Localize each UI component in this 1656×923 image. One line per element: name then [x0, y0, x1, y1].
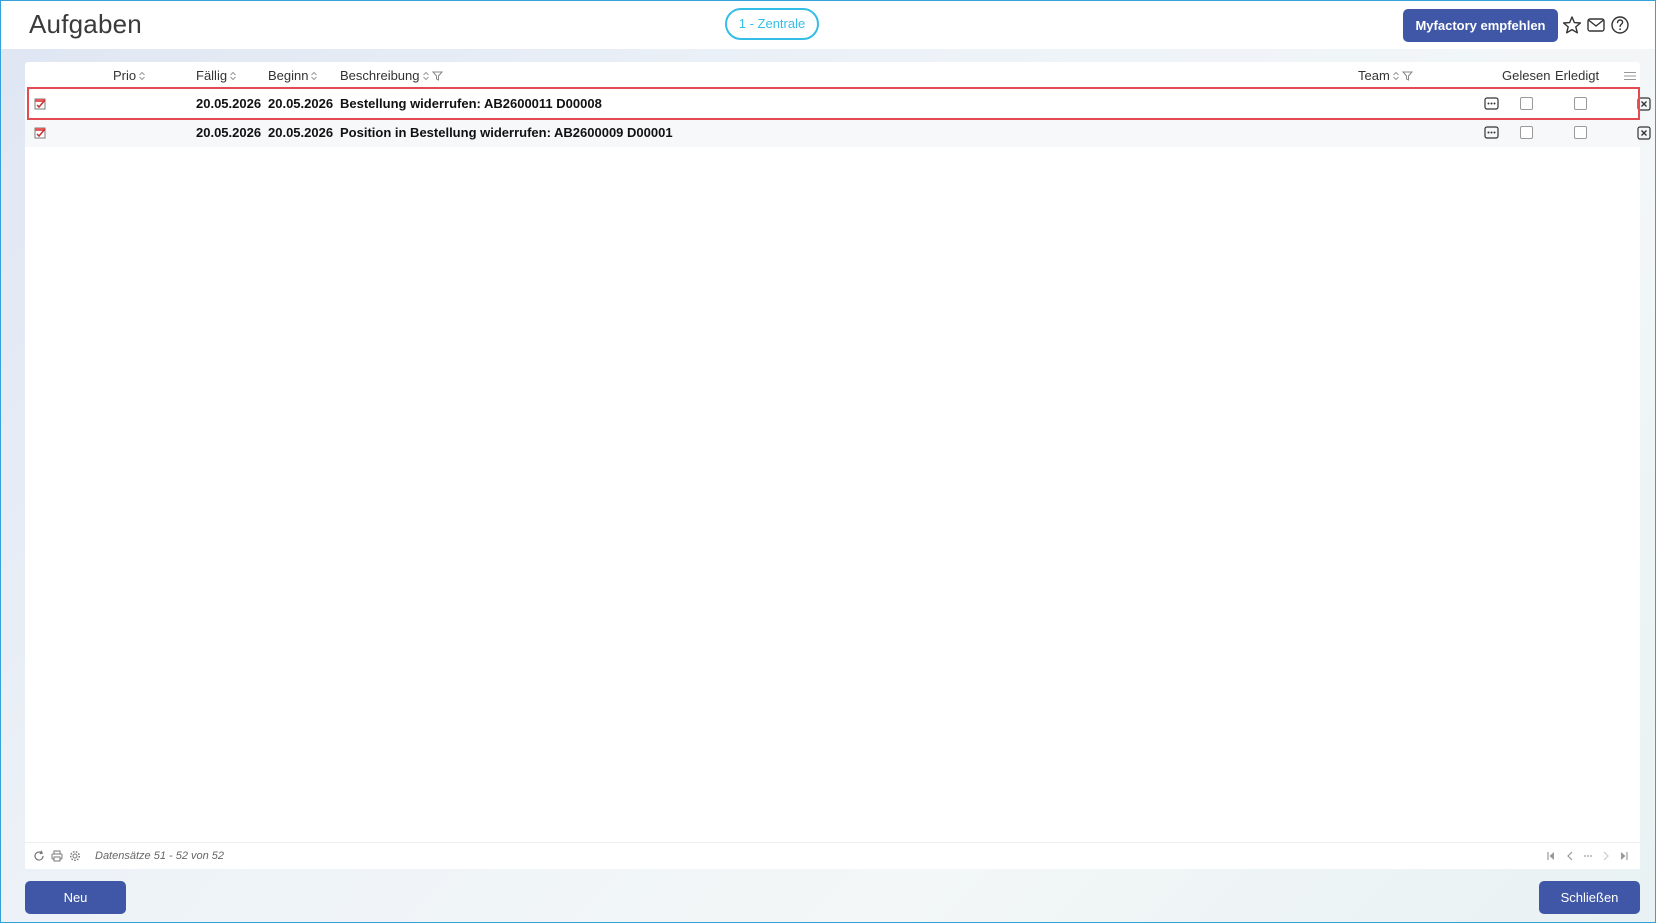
- refresh-icon[interactable]: [33, 850, 45, 862]
- more-options-icon[interactable]: [1484, 126, 1499, 139]
- filter-icon[interactable]: [1401, 71, 1413, 81]
- page-header: Aufgaben 1 - Zentrale Myfactory empfehle…: [1, 1, 1655, 49]
- sort-icon[interactable]: [229, 71, 237, 81]
- task-icon: [34, 127, 46, 139]
- task-icon: [34, 98, 46, 110]
- cell-faellig: 20.05.2026: [196, 125, 262, 140]
- next-page-icon[interactable]: [1601, 851, 1611, 861]
- star-icon[interactable]: [1562, 15, 1582, 35]
- delete-icon[interactable]: [1637, 126, 1651, 140]
- cell-beginn: 20.05.2026: [268, 125, 334, 140]
- site-selector[interactable]: 1 - Zentrale: [725, 8, 819, 40]
- column-header-team[interactable]: Team: [1358, 68, 1413, 83]
- sort-icon[interactable]: [138, 71, 146, 81]
- page-ellipsis-icon: [1584, 855, 1592, 857]
- settings-icon[interactable]: [69, 850, 81, 862]
- mail-icon[interactable]: [1586, 15, 1606, 35]
- task-table-panel: Prio Fällig Beginn Beschreibung Team Gel…: [25, 62, 1651, 869]
- cell-beschreibung: Bestellung widerrufen: AB2600011 D00008: [340, 96, 602, 111]
- delete-icon[interactable]: [1637, 97, 1651, 111]
- close-button[interactable]: Schließen: [1539, 881, 1640, 914]
- cell-beschreibung: Position in Bestellung widerrufen: AB260…: [340, 125, 673, 140]
- erledigt-checkbox[interactable]: [1574, 97, 1587, 110]
- record-count: Datensätze 51 - 52 von 52: [95, 850, 225, 862]
- table-row[interactable]: 20.05.2026 20.05.2026 Bestellung widerru…: [25, 90, 1651, 118]
- page-title: Aufgaben: [29, 9, 142, 39]
- table-footer: Datensätze 51 - 52 von 52: [25, 842, 1640, 869]
- print-icon[interactable]: [51, 850, 63, 862]
- help-icon[interactable]: [1610, 15, 1630, 35]
- cell-faellig: 20.05.2026: [196, 96, 262, 111]
- column-header-prio[interactable]: Prio: [113, 68, 146, 83]
- last-page-icon[interactable]: [1619, 851, 1629, 861]
- cell-beginn: 20.05.2026: [268, 96, 334, 111]
- gelesen-checkbox[interactable]: [1520, 126, 1533, 139]
- erledigt-checkbox[interactable]: [1574, 126, 1587, 139]
- more-options-icon[interactable]: [1484, 97, 1499, 110]
- sort-icon[interactable]: [310, 71, 318, 81]
- new-button[interactable]: Neu: [25, 881, 126, 914]
- column-header-faellig[interactable]: Fällig: [196, 68, 237, 83]
- gelesen-checkbox[interactable]: [1520, 97, 1533, 110]
- sort-icon[interactable]: [1392, 71, 1400, 81]
- column-header-beginn[interactable]: Beginn: [268, 68, 318, 83]
- previous-page-icon[interactable]: [1565, 851, 1575, 861]
- column-header-beschreibung[interactable]: Beschreibung: [340, 68, 443, 83]
- column-header-erledigt[interactable]: Erledigt: [1555, 68, 1599, 83]
- column-header-gelesen[interactable]: Gelesen: [1502, 68, 1550, 83]
- column-menu-icon[interactable]: [1624, 71, 1636, 81]
- recommend-button[interactable]: Myfactory empfehlen: [1403, 9, 1558, 42]
- filter-icon[interactable]: [431, 71, 443, 81]
- first-page-icon[interactable]: [1546, 851, 1556, 861]
- sort-icon[interactable]: [422, 71, 430, 81]
- table-row[interactable]: 20.05.2026 20.05.2026 Position in Bestel…: [25, 119, 1651, 147]
